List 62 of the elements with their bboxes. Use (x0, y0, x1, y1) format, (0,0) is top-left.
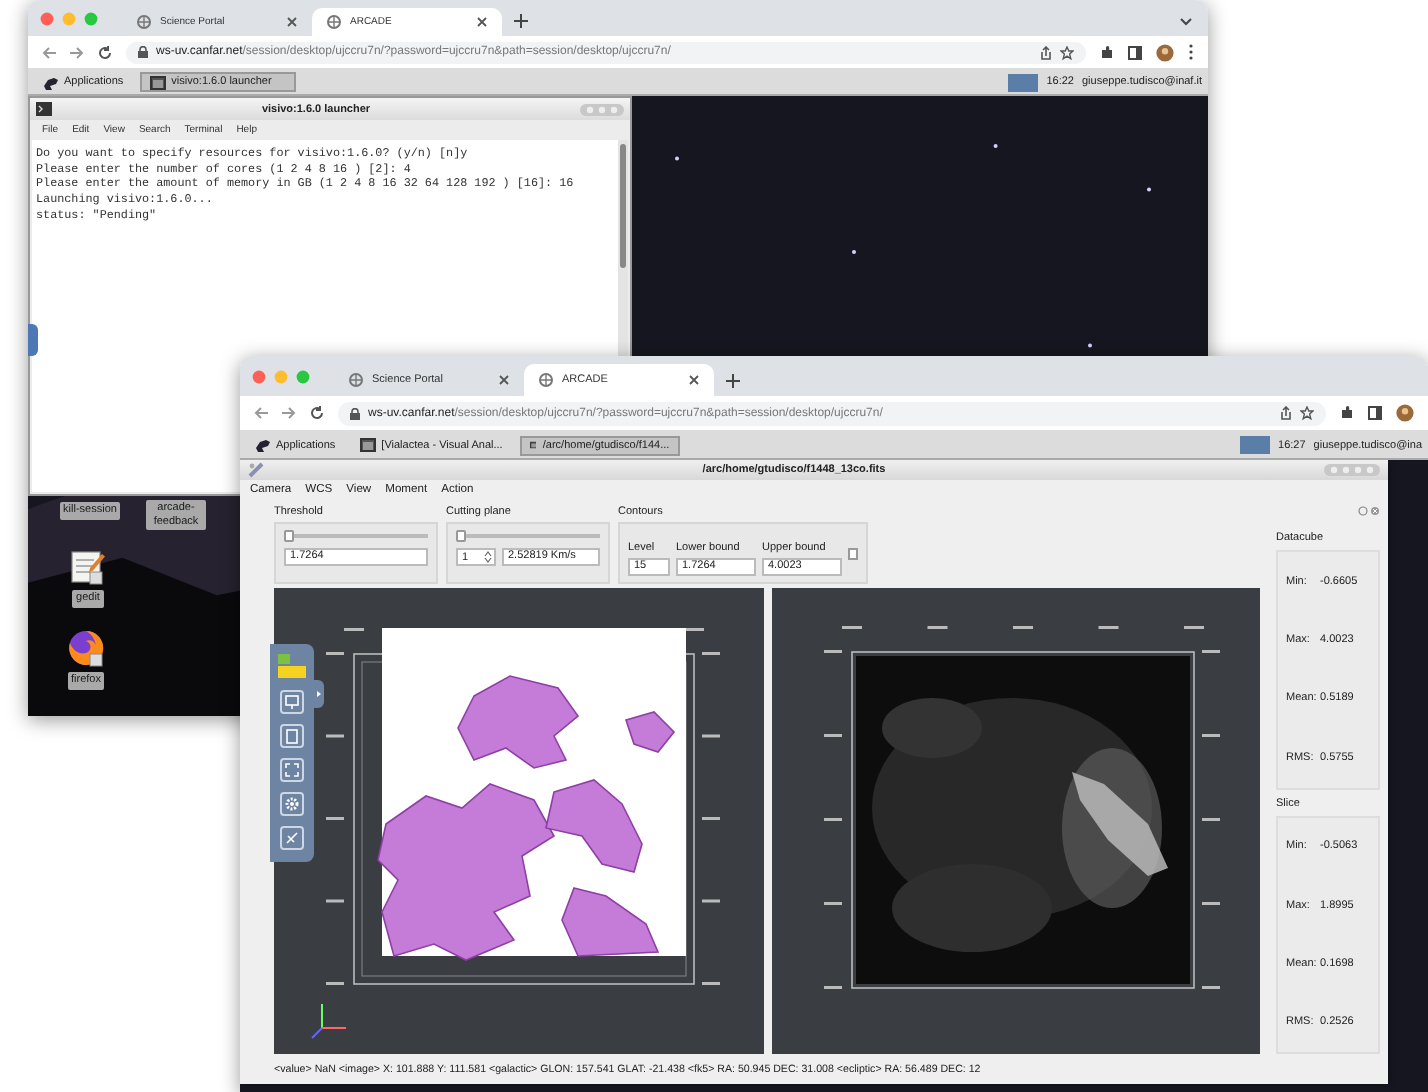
site-icon (136, 14, 152, 30)
plus-icon[interactable] (726, 374, 740, 388)
notepad-icon (70, 548, 106, 586)
checkbox[interactable] (848, 547, 858, 559)
vnc-logo-icon (276, 652, 308, 680)
window-icon (529, 438, 537, 452)
avatar-icon[interactable] (1396, 404, 1414, 422)
site-icon (348, 372, 364, 388)
window-icon (359, 438, 376, 452)
lock-icon (350, 407, 360, 419)
scrollbar[interactable] (618, 140, 628, 356)
close-button[interactable] (40, 11, 54, 25)
axes-triad-icon (311, 1003, 347, 1039)
site-icon (326, 14, 342, 30)
display-button[interactable] (280, 690, 304, 714)
disconnect-button[interactable] (280, 826, 304, 850)
avatar-icon[interactable] (1156, 43, 1174, 61)
cutting-plane-slider[interactable] (456, 530, 600, 542)
window-icon (149, 75, 166, 89)
share-icon[interactable] (1280, 406, 1292, 420)
lock-icon (138, 46, 148, 58)
more-icon[interactable] (1188, 44, 1194, 60)
share-icon[interactable] (1040, 45, 1052, 59)
close-icon[interactable] (498, 374, 510, 386)
slider-thumb[interactable] (284, 530, 294, 542)
chevron-down-icon[interactable] (1180, 18, 1192, 26)
zoom-button[interactable] (84, 11, 98, 25)
clipboard-icon (284, 728, 300, 744)
display-icon (284, 694, 300, 710)
reload-icon[interactable] (98, 45, 112, 59)
back-icon[interactable] (254, 406, 268, 420)
forward-icon[interactable] (70, 45, 84, 59)
fullscreen-button[interactable] (280, 758, 304, 782)
close-icon[interactable] (476, 16, 488, 28)
star-icon[interactable] (1060, 45, 1074, 59)
terminal-icon (36, 102, 52, 116)
forward-icon[interactable] (282, 406, 296, 420)
star-icon[interactable] (1300, 406, 1314, 420)
back-icon[interactable] (42, 45, 56, 59)
close-button[interactable] (252, 369, 266, 383)
sidebar-handle[interactable] (28, 324, 38, 356)
close-icon[interactable] (688, 374, 700, 386)
zoom-button[interactable] (296, 369, 310, 383)
sidebar-icon[interactable] (1368, 406, 1382, 420)
slider-thumb[interactable] (456, 530, 466, 542)
globe-icon (66, 628, 106, 668)
threshold-slider[interactable] (284, 530, 428, 542)
disconnect-icon (284, 830, 300, 846)
toolbar-handle[interactable] (314, 680, 324, 708)
gear-button[interactable] (280, 792, 304, 816)
reload-icon[interactable] (310, 406, 324, 420)
site-icon (538, 372, 554, 388)
clipboard-button[interactable] (280, 724, 304, 748)
fullscreen-icon (284, 762, 300, 778)
spin-arrows-icon (484, 550, 492, 564)
float-icon[interactable] (1358, 506, 1368, 516)
workspace-switcher[interactable] (1240, 436, 1271, 454)
workspace-switcher[interactable] (1008, 73, 1039, 91)
plus-icon[interactable] (514, 14, 528, 28)
gear-icon (284, 796, 300, 812)
sidebar-icon[interactable] (1128, 45, 1142, 59)
close-icon[interactable] (286, 16, 298, 28)
